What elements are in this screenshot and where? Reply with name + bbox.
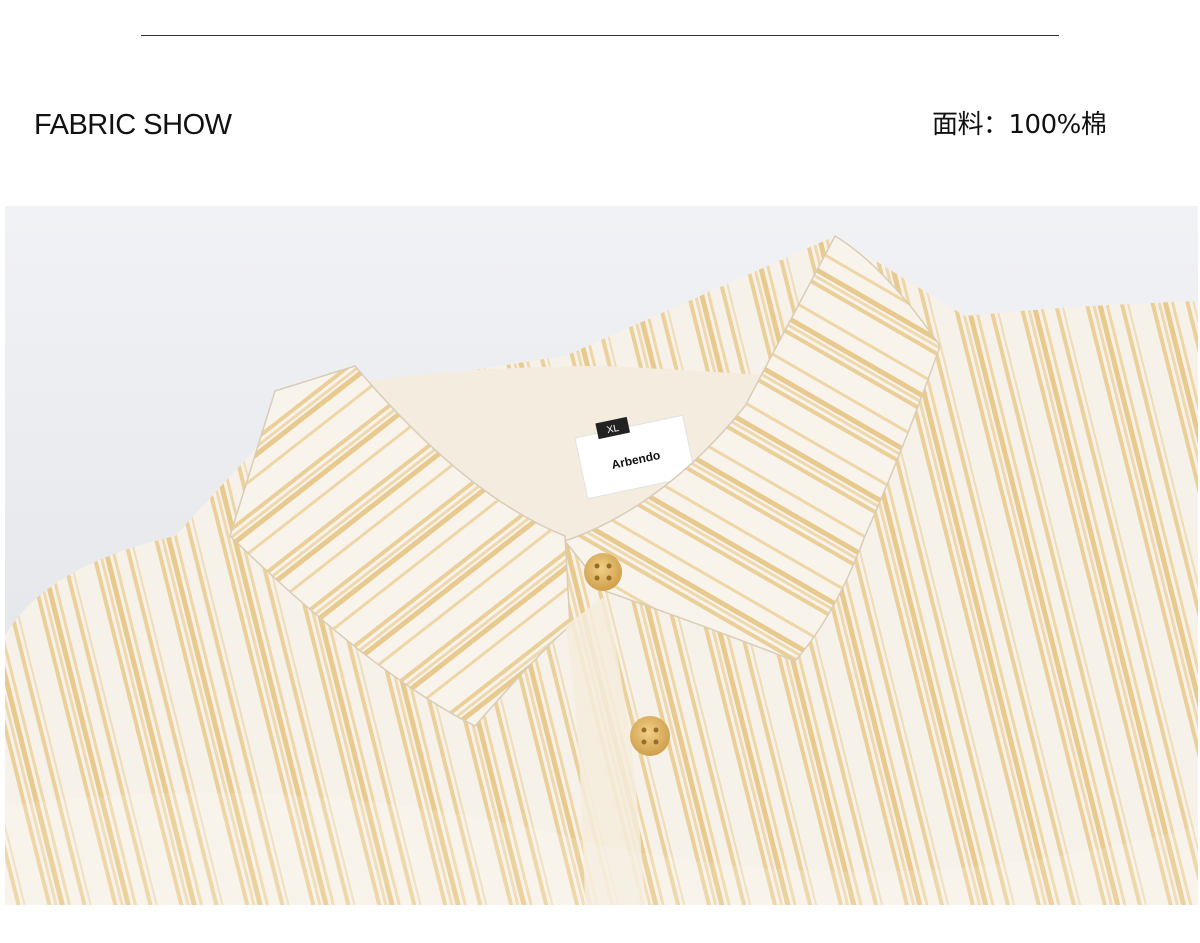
top-divider (141, 35, 1059, 36)
shirt-collar-illustration: XL Arbendo (5, 206, 1198, 905)
fabric-photo: XL Arbendo (5, 206, 1198, 905)
material-composition: 面料：100%棉 (932, 110, 1107, 140)
section-title: FABRIC SHOW (34, 109, 232, 141)
collar-button (584, 553, 622, 591)
placket-button (630, 716, 670, 756)
